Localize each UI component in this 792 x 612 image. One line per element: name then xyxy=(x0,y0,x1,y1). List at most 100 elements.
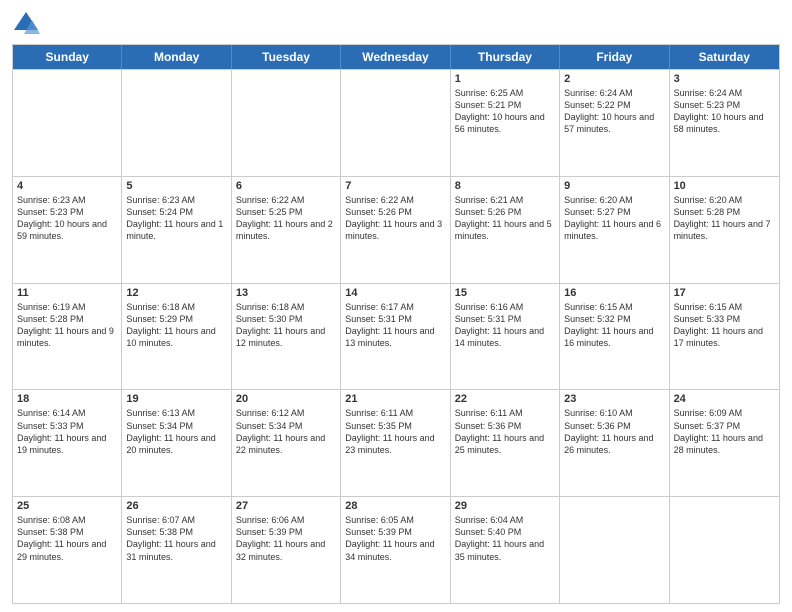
day-info: Sunrise: 6:11 AM Sunset: 5:35 PM Dayligh… xyxy=(345,407,445,456)
day-number: 3 xyxy=(674,73,775,85)
day-info: Sunrise: 6:18 AM Sunset: 5:30 PM Dayligh… xyxy=(236,301,336,350)
day-info: Sunrise: 6:19 AM Sunset: 5:28 PM Dayligh… xyxy=(17,301,117,350)
calendar-cell: 2 Sunrise: 6:24 AM Sunset: 5:22 PM Daylig… xyxy=(560,70,669,176)
header-cell-monday: Monday xyxy=(122,45,231,69)
calendar-cell: 24 Sunrise: 6:09 AM Sunset: 5:37 PM Dayli… xyxy=(670,390,779,496)
calendar: SundayMondayTuesdayWednesdayThursdayFrid… xyxy=(12,44,780,604)
calendar-cell: 12 Sunrise: 6:18 AM Sunset: 5:29 PM Dayli… xyxy=(122,284,231,390)
header-cell-wednesday: Wednesday xyxy=(341,45,450,69)
calendar-cell xyxy=(560,497,669,603)
day-info: Sunrise: 6:22 AM Sunset: 5:25 PM Dayligh… xyxy=(236,194,336,243)
day-number: 16 xyxy=(564,287,664,299)
day-info: Sunrise: 6:18 AM Sunset: 5:29 PM Dayligh… xyxy=(126,301,226,350)
calendar-cell: 17 Sunrise: 6:15 AM Sunset: 5:33 PM Dayli… xyxy=(670,284,779,390)
calendar-cell: 25 Sunrise: 6:08 AM Sunset: 5:38 PM Dayli… xyxy=(13,497,122,603)
day-info: Sunrise: 6:09 AM Sunset: 5:37 PM Dayligh… xyxy=(674,407,775,456)
day-number: 6 xyxy=(236,180,336,192)
day-number: 20 xyxy=(236,393,336,405)
day-info: Sunrise: 6:13 AM Sunset: 5:34 PM Dayligh… xyxy=(126,407,226,456)
day-info: Sunrise: 6:14 AM Sunset: 5:33 PM Dayligh… xyxy=(17,407,117,456)
header-cell-tuesday: Tuesday xyxy=(232,45,341,69)
day-info: Sunrise: 6:22 AM Sunset: 5:26 PM Dayligh… xyxy=(345,194,445,243)
day-info: Sunrise: 6:15 AM Sunset: 5:33 PM Dayligh… xyxy=(674,301,775,350)
calendar-cell: 18 Sunrise: 6:14 AM Sunset: 5:33 PM Dayli… xyxy=(13,390,122,496)
calendar-row: 11 Sunrise: 6:19 AM Sunset: 5:28 PM Dayli… xyxy=(13,283,779,390)
calendar-cell xyxy=(122,70,231,176)
calendar-cell: 4 Sunrise: 6:23 AM Sunset: 5:23 PM Daylig… xyxy=(13,177,122,283)
day-number: 11 xyxy=(17,287,117,299)
calendar-cell xyxy=(13,70,122,176)
calendar-cell: 7 Sunrise: 6:22 AM Sunset: 5:26 PM Daylig… xyxy=(341,177,450,283)
calendar-row: 25 Sunrise: 6:08 AM Sunset: 5:38 PM Dayli… xyxy=(13,496,779,603)
day-number: 12 xyxy=(126,287,226,299)
calendar-body: 1 Sunrise: 6:25 AM Sunset: 5:21 PM Daylig… xyxy=(13,69,779,603)
day-info: Sunrise: 6:24 AM Sunset: 5:23 PM Dayligh… xyxy=(674,87,775,136)
calendar-cell: 14 Sunrise: 6:17 AM Sunset: 5:31 PM Dayli… xyxy=(341,284,450,390)
day-info: Sunrise: 6:07 AM Sunset: 5:38 PM Dayligh… xyxy=(126,514,226,563)
day-number: 28 xyxy=(345,500,445,512)
calendar-cell: 8 Sunrise: 6:21 AM Sunset: 5:26 PM Daylig… xyxy=(451,177,560,283)
day-number: 22 xyxy=(455,393,555,405)
day-number: 1 xyxy=(455,73,555,85)
calendar-cell: 19Sunrise: 6:13 AM Sunset: 5:34 PM Dayli… xyxy=(122,390,231,496)
calendar-cell xyxy=(670,497,779,603)
day-info: Sunrise: 6:21 AM Sunset: 5:26 PM Dayligh… xyxy=(455,194,555,243)
calendar-cell: 9Sunrise: 6:20 AM Sunset: 5:27 PM Daylig… xyxy=(560,177,669,283)
day-number: 10 xyxy=(674,180,775,192)
calendar-cell: 13 Sunrise: 6:18 AM Sunset: 5:30 PM Dayli… xyxy=(232,284,341,390)
logo-icon xyxy=(12,10,40,38)
day-number: 13 xyxy=(236,287,336,299)
day-number: 24 xyxy=(674,393,775,405)
day-info: Sunrise: 6:20 AM Sunset: 5:28 PM Dayligh… xyxy=(674,194,775,243)
day-number: 17 xyxy=(674,287,775,299)
day-info: Sunrise: 6:17 AM Sunset: 5:31 PM Dayligh… xyxy=(345,301,445,350)
header-cell-friday: Friday xyxy=(560,45,669,69)
calendar-cell: 21 Sunrise: 6:11 AM Sunset: 5:35 PM Dayli… xyxy=(341,390,450,496)
day-number: 26 xyxy=(126,500,226,512)
calendar-row: 4 Sunrise: 6:23 AM Sunset: 5:23 PM Daylig… xyxy=(13,176,779,283)
day-number: 4 xyxy=(17,180,117,192)
calendar-cell: 5 Sunrise: 6:23 AM Sunset: 5:24 PM Daylig… xyxy=(122,177,231,283)
header-cell-thursday: Thursday xyxy=(451,45,560,69)
day-info: Sunrise: 6:23 AM Sunset: 5:24 PM Dayligh… xyxy=(126,194,226,243)
day-info: Sunrise: 6:25 AM Sunset: 5:21 PM Dayligh… xyxy=(455,87,555,136)
calendar-cell: 23Sunrise: 6:10 AM Sunset: 5:36 PM Dayli… xyxy=(560,390,669,496)
day-number: 27 xyxy=(236,500,336,512)
calendar-cell: 10 Sunrise: 6:20 AM Sunset: 5:28 PM Dayli… xyxy=(670,177,779,283)
calendar-cell: 16 Sunrise: 6:15 AM Sunset: 5:32 PM Dayli… xyxy=(560,284,669,390)
day-info: Sunrise: 6:06 AM Sunset: 5:39 PM Dayligh… xyxy=(236,514,336,563)
calendar-row: 18 Sunrise: 6:14 AM Sunset: 5:33 PM Dayli… xyxy=(13,389,779,496)
day-info: Sunrise: 6:23 AM Sunset: 5:23 PM Dayligh… xyxy=(17,194,117,243)
header-cell-saturday: Saturday xyxy=(670,45,779,69)
calendar-cell: 29 Sunrise: 6:04 AM Sunset: 5:40 PM Dayli… xyxy=(451,497,560,603)
day-number: 2 xyxy=(564,73,664,85)
day-number: 21 xyxy=(345,393,445,405)
logo xyxy=(12,10,44,38)
day-number: 15 xyxy=(455,287,555,299)
day-info: Sunrise: 6:04 AM Sunset: 5:40 PM Dayligh… xyxy=(455,514,555,563)
calendar-cell: 28 Sunrise: 6:05 AM Sunset: 5:39 PM Dayli… xyxy=(341,497,450,603)
calendar-cell xyxy=(232,70,341,176)
page: SundayMondayTuesdayWednesdayThursdayFrid… xyxy=(0,0,792,612)
day-info: Sunrise: 6:08 AM Sunset: 5:38 PM Dayligh… xyxy=(17,514,117,563)
day-info: Sunrise: 6:24 AM Sunset: 5:22 PM Dayligh… xyxy=(564,87,664,136)
day-info: Sunrise: 6:15 AM Sunset: 5:32 PM Dayligh… xyxy=(564,301,664,350)
day-number: 7 xyxy=(345,180,445,192)
calendar-header: SundayMondayTuesdayWednesdayThursdayFrid… xyxy=(13,45,779,69)
calendar-cell: 15Sunrise: 6:16 AM Sunset: 5:31 PM Dayli… xyxy=(451,284,560,390)
day-number: 5 xyxy=(126,180,226,192)
day-number: 9 xyxy=(564,180,664,192)
calendar-row: 1 Sunrise: 6:25 AM Sunset: 5:21 PM Daylig… xyxy=(13,69,779,176)
header-cell-sunday: Sunday xyxy=(13,45,122,69)
calendar-cell: 3 Sunrise: 6:24 AM Sunset: 5:23 PM Daylig… xyxy=(670,70,779,176)
day-info: Sunrise: 6:10 AM Sunset: 5:36 PM Dayligh… xyxy=(564,407,664,456)
day-number: 14 xyxy=(345,287,445,299)
day-info: Sunrise: 6:11 AM Sunset: 5:36 PM Dayligh… xyxy=(455,407,555,456)
day-number: 25 xyxy=(17,500,117,512)
day-info: Sunrise: 6:05 AM Sunset: 5:39 PM Dayligh… xyxy=(345,514,445,563)
day-number: 29 xyxy=(455,500,555,512)
calendar-cell: 27 Sunrise: 6:06 AM Sunset: 5:39 PM Dayli… xyxy=(232,497,341,603)
day-number: 8 xyxy=(455,180,555,192)
day-number: 18 xyxy=(17,393,117,405)
calendar-cell: 26 Sunrise: 6:07 AM Sunset: 5:38 PM Dayli… xyxy=(122,497,231,603)
